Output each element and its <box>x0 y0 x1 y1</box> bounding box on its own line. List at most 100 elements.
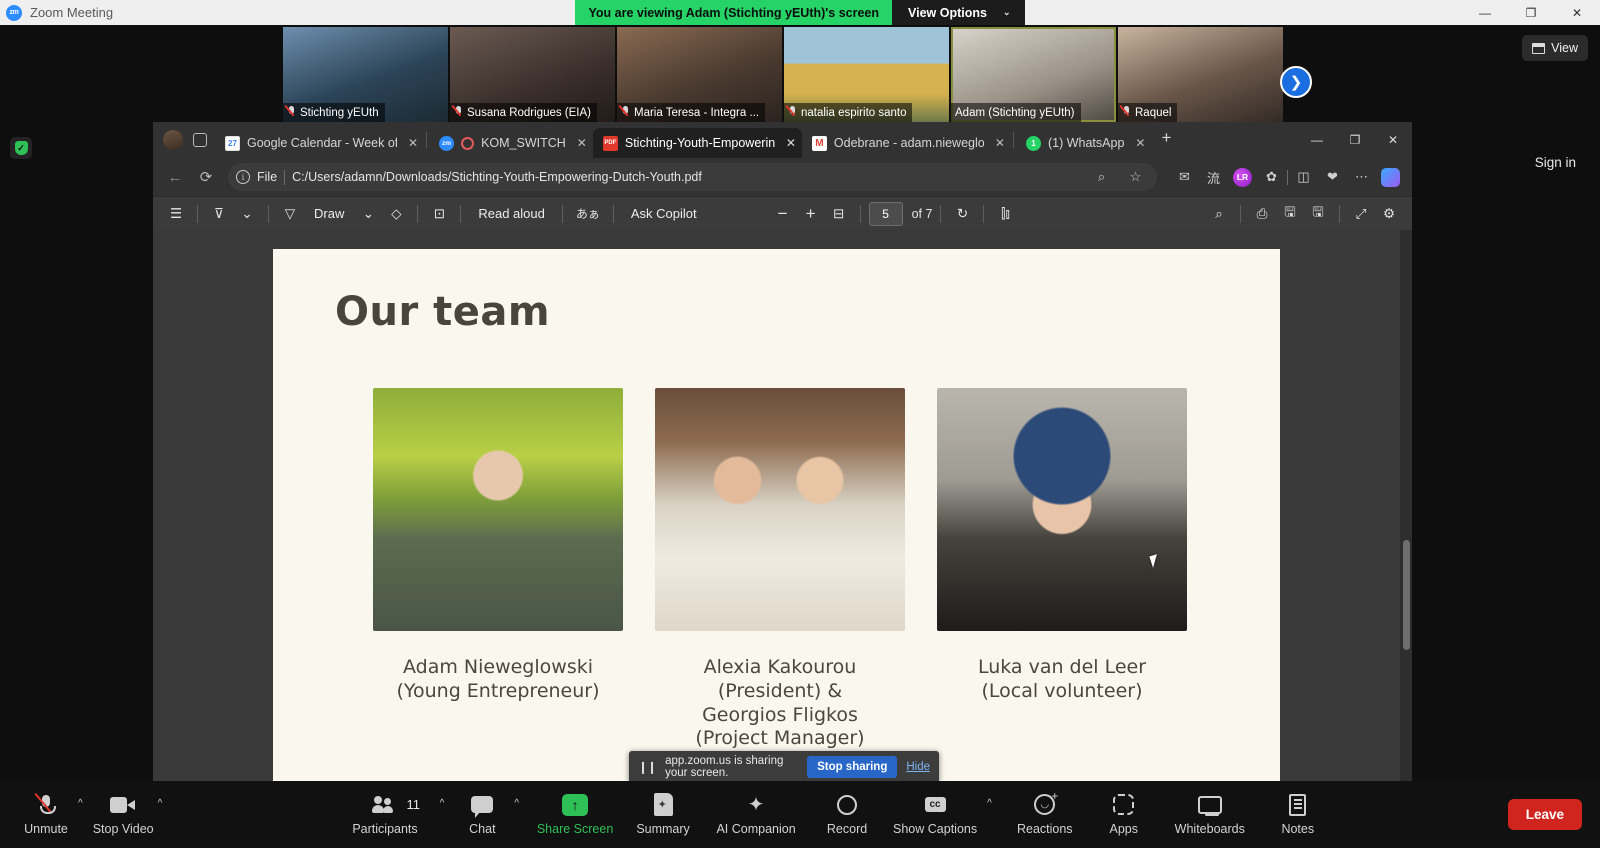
audio-options-caret-icon[interactable]: ^ <box>74 798 93 831</box>
browser-tab-kom-switch[interactable]: zm KOM_SWITCH ✕ <box>429 128 593 158</box>
browser-minimize-button[interactable]: — <box>1298 125 1336 155</box>
stop-video-button[interactable]: Stop Video <box>93 787 154 843</box>
record-button[interactable]: Record <box>807 787 887 843</box>
share-screen-button[interactable]: ↑ Share Screen <box>529 787 621 843</box>
new-tab-button[interactable]: + <box>1151 128 1181 152</box>
captions-options-caret-icon[interactable]: ^ <box>983 798 1002 831</box>
more-options-icon[interactable]: ⋯ <box>1348 164 1375 191</box>
page-layout-icon[interactable]: ⫿⫾ <box>992 201 1018 227</box>
stop-sharing-button[interactable]: Stop sharing <box>807 756 898 778</box>
tab-actions-icon[interactable] <box>193 133 207 147</box>
fullscreen-icon[interactable]: ⤢ <box>1348 201 1374 227</box>
save-as-icon[interactable]: 🖫 <box>1305 201 1331 227</box>
browser-tab-gmail[interactable]: M Odebrane - adam.nieweglowski7 ✕ <box>802 128 1011 158</box>
zoom-out-button[interactable]: − <box>770 201 796 227</box>
mail-icon[interactable]: ✉ <box>1171 164 1198 191</box>
filmstrip-next-button[interactable]: ❯ <box>1280 66 1312 98</box>
search-icon[interactable]: ⌕ <box>1088 164 1115 191</box>
favorite-star-icon[interactable]: ☆ <box>1122 164 1149 191</box>
draw-dropdown-icon[interactable]: ⌄ <box>355 201 381 227</box>
hide-link[interactable]: Hide <box>906 761 930 773</box>
reload-button-icon[interactable]: ⟳ <box>192 163 220 191</box>
url-input[interactable]: i File C:/Users/adamn/Downloads/Stichtin… <box>228 163 1157 191</box>
participants-button[interactable]: 11 Participants <box>352 787 420 843</box>
zoom-maximize-button[interactable]: ❐ <box>1508 0 1554 25</box>
apps-button[interactable]: Apps <box>1088 787 1160 843</box>
pause-icon[interactable]: ❙❙ <box>638 760 657 774</box>
save-icon[interactable]: 🖫 <box>1277 201 1303 227</box>
leave-meeting-button[interactable]: Leave <box>1507 799 1582 830</box>
zoom-in-button[interactable]: + <box>798 201 824 227</box>
toolbar-divider <box>612 204 614 223</box>
view-button-label: View <box>1551 41 1578 55</box>
collections-icon[interactable]: ❤ <box>1319 164 1346 191</box>
unmute-button[interactable]: Unmute <box>18 787 74 843</box>
browser-close-button[interactable]: ✕ <box>1374 125 1412 155</box>
search-icon[interactable]: ⌕ <box>1206 201 1232 227</box>
highlighter-icon[interactable]: ⊽ <box>206 201 232 227</box>
edge-copilot-icon[interactable] <box>1377 164 1404 191</box>
ai-sparkle-icon: ✦ <box>747 793 765 816</box>
notes-button[interactable]: Notes <box>1260 787 1336 843</box>
fit-to-page-icon[interactable]: ⊟ <box>826 201 852 227</box>
table-of-contents-icon[interactable]: ☰ <box>163 201 189 227</box>
sign-in-button[interactable]: Sign in <box>1535 155 1576 170</box>
site-info-icon[interactable]: i <box>236 170 250 184</box>
view-options-button[interactable]: View Options ⌄ <box>892 0 1025 25</box>
browser-maximize-button[interactable]: ❐ <box>1336 125 1374 155</box>
read-aloud-button[interactable]: Read aloud <box>469 201 554 227</box>
browser-tab-google-calendar[interactable]: 27 Google Calendar - Week of 26 F ✕ <box>215 128 424 158</box>
eraser-icon[interactable]: ◇ <box>383 201 409 227</box>
view-layout-button[interactable]: View <box>1522 35 1588 61</box>
zoom-close-button[interactable]: ✕ <box>1554 0 1600 25</box>
close-tab-icon[interactable]: ✕ <box>786 136 796 150</box>
zoom-minimize-button[interactable]: — <box>1462 0 1508 25</box>
close-tab-icon[interactable]: ✕ <box>1135 136 1145 150</box>
page-number-input[interactable]: 5 <box>868 201 903 226</box>
rotate-icon[interactable]: ↻ <box>949 201 975 227</box>
close-tab-icon[interactable]: ✕ <box>995 136 1005 150</box>
translate-icon[interactable]: あぁ <box>571 201 605 227</box>
participant-label: Raquel <box>1118 103 1178 122</box>
draw-button[interactable]: Draw <box>305 201 353 227</box>
settings-gear-icon[interactable]: ⚙ <box>1376 201 1402 227</box>
encryption-status-badge[interactable]: ✓ <box>10 137 32 159</box>
print-icon[interactable]: ⎙ <box>1249 201 1275 227</box>
tab-title: KOM_SWITCH <box>481 136 566 150</box>
toolbar-divider <box>561 204 563 223</box>
close-tab-icon[interactable]: ✕ <box>577 136 587 150</box>
show-captions-button[interactable]: cc Show Captions <box>887 787 983 843</box>
summary-button[interactable]: Summary <box>621 787 705 843</box>
pdf-scrollbar[interactable] <box>1400 230 1412 806</box>
add-text-icon[interactable]: ⊡ <box>426 201 452 227</box>
profile-avatar[interactable]: LR <box>1229 164 1256 191</box>
browser-tab-pdf-active[interactable]: PDF Stichting-Youth-Empowering-Du ✕ <box>592 128 802 158</box>
copilot-icon[interactable]: ✿ <box>1258 164 1285 191</box>
back-button-icon[interactable]: ← <box>161 163 189 191</box>
video-options-caret-icon[interactable]: ^ <box>154 798 173 831</box>
participant-thumbnail[interactable]: Raquel <box>1118 27 1283 122</box>
ask-copilot-button[interactable]: Ask Copilot <box>622 201 706 227</box>
team-member-card: Alexia Kakourou (President) & Georgios F… <box>655 388 905 751</box>
close-tab-icon[interactable]: ✕ <box>408 136 418 150</box>
browser-tab-whatsapp[interactable]: 1 (1) WhatsApp ✕ <box>1016 128 1151 158</box>
chat-options-caret-icon[interactable]: ^ <box>510 798 529 831</box>
chat-button[interactable]: Chat <box>454 787 510 843</box>
whiteboards-button[interactable]: Whiteboards <box>1160 787 1260 843</box>
participants-options-caret-icon[interactable]: ^ <box>436 798 455 831</box>
toolbar-divider <box>1339 204 1340 223</box>
participant-thumbnail[interactable]: Susana Rodrigues (EIA) <box>450 27 615 122</box>
pdf-viewport[interactable]: Our team Adam Nieweglowski (Young Entrep… <box>153 230 1412 806</box>
participant-thumbnail-active[interactable]: Adam (Stichting yEUth) <box>951 27 1116 122</box>
translate-icon[interactable]: 流 <box>1200 164 1227 191</box>
participant-thumbnail[interactable]: natalia espirito santo <box>784 27 949 122</box>
pdf-scrollbar-thumb[interactable] <box>1403 540 1410 650</box>
profile-avatar[interactable] <box>163 130 183 150</box>
reactions-button[interactable]: ◡ Reactions <box>1002 787 1088 843</box>
ai-companion-button[interactable]: ✦ AI Companion <box>705 787 807 843</box>
split-screen-icon[interactable]: ◫ <box>1290 164 1317 191</box>
participant-thumbnail[interactable]: Stichting yEUth <box>283 27 448 122</box>
draw-icon[interactable]: ▽ <box>277 201 303 227</box>
highlighter-dropdown-icon[interactable]: ⌄ <box>234 201 260 227</box>
participant-thumbnail[interactable]: Maria Teresa - Integra ... <box>617 27 782 122</box>
